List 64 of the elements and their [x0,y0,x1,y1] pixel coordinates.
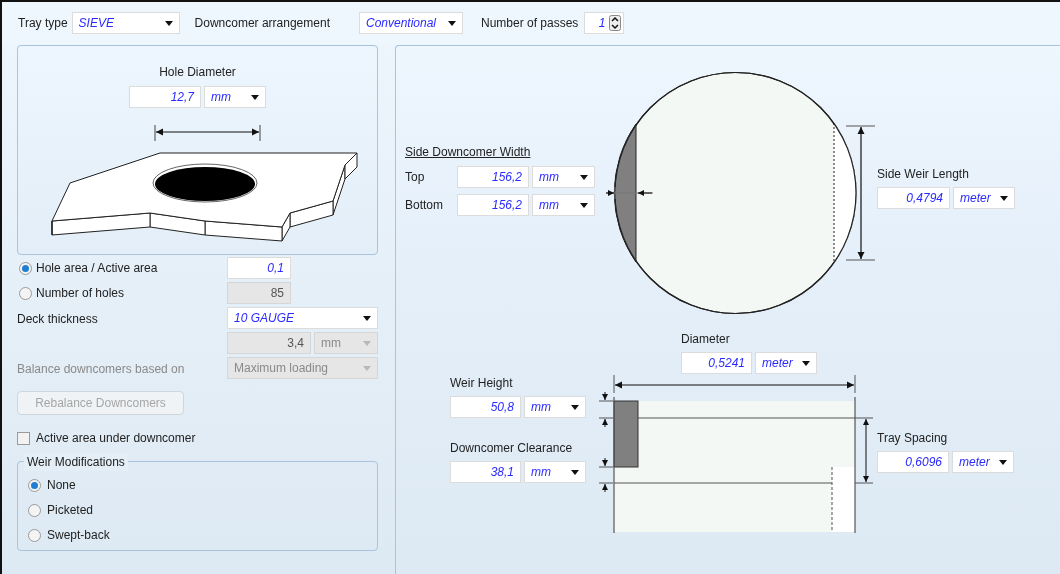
option-label: Picketed [47,502,94,519]
option-label: Swept-back [47,527,110,544]
caret-icon [363,365,371,371]
radio-button[interactable] [28,478,41,492]
unit-dropdown[interactable]: mm [524,396,586,418]
field-label: Deck thickness [17,312,98,326]
spinner-arrows-icon[interactable] [609,15,622,31]
field-label: Tray Spacing [877,430,949,447]
unit-dropdown[interactable]: mm [204,86,266,108]
unit-dropdown[interactable]: mm [532,166,595,188]
caret-icon [251,94,259,100]
caret-icon [363,315,371,321]
caret-icon [580,174,588,180]
checkbox-label: Active area under downcomer [36,430,196,447]
value-field[interactable]: 0,5241 [681,352,752,374]
unit-dropdown[interactable]: meter [952,451,1014,473]
field-label: Balance downcomers based on [17,362,185,376]
value-field[interactable]: 12,7 [129,86,201,108]
value-field[interactable]: 0,6096 [877,451,949,473]
radio-button[interactable] [28,503,41,517]
field-label: Diameter [681,331,731,348]
value-field[interactable]: 0,1 [227,257,291,279]
field-label: Hole Diameter [159,64,236,81]
arrangement-dropdown[interactable]: Conventional [359,12,463,34]
value-field[interactable]: 50,8 [450,396,521,418]
deck-thickness-dropdown[interactable]: 10 GAUGE [227,307,378,329]
value-field[interactable]: 0,4794 [877,187,950,209]
field-label: Tray type [18,15,68,32]
dimension-arrow [605,186,654,200]
group-title: Weir Modifications [24,453,128,471]
value-field[interactable]: 38,1 [450,461,521,483]
field-label: Number of passes [481,15,579,32]
caret-icon [999,459,1007,465]
radio-button[interactable] [28,528,41,542]
section-title: Side Downcomer Width [405,144,531,161]
field-label: Weir Height [450,375,514,392]
tray-type-dropdown[interactable]: SIEVE [71,12,180,34]
checkbox[interactable] [17,431,30,445]
caret-icon [1000,195,1008,201]
field-label: Top [405,169,426,186]
unit-dropdown[interactable]: meter [953,187,1015,209]
caret-icon [571,404,579,410]
unit-dropdown[interactable]: mm [532,194,595,216]
dimension-arrow [863,418,869,483]
value-field[interactable]: 156,2 [457,194,529,216]
passes-spinner[interactable]: 1 [584,12,625,34]
field-label: Downcomer arrangement [194,15,330,32]
caret-icon [448,20,456,26]
caret-icon [164,20,173,26]
caret-icon [571,469,579,475]
field-label: Side Weir Length [877,166,970,183]
value-field[interactable]: 156,2 [457,166,529,188]
unit-dropdown[interactable]: meter [755,352,817,374]
option-label: None [47,477,76,494]
option-label: Hole area / Active area [36,260,158,277]
field-label: Downcomer Clearance [450,440,574,457]
caret-icon [580,202,588,208]
unit-dropdown[interactable]: mm [524,461,586,483]
option-label: Number of holes [36,285,125,302]
radio-button[interactable] [19,261,32,275]
caret-icon [363,340,371,346]
field-label: Bottom [405,197,444,214]
caret-icon [802,360,810,366]
dimension-arrow [598,457,614,493]
